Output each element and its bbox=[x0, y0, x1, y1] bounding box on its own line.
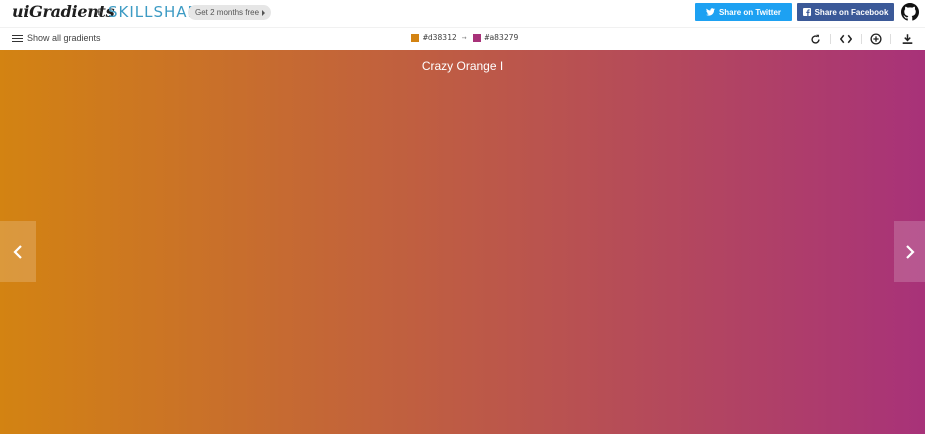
gradient-name: Crazy Orange I bbox=[421, 59, 504, 73]
toolbar-divider bbox=[861, 34, 862, 44]
color-swatch-to bbox=[472, 34, 481, 42]
share-facebook-label: Share on Facebook bbox=[814, 7, 889, 17]
share-twitter-button[interactable]: Share on Twitter bbox=[695, 3, 792, 21]
gradient-colors: #d38312 → #a83279 bbox=[411, 33, 518, 43]
toolbar-actions bbox=[806, 32, 918, 46]
previous-gradient-button[interactable] bbox=[0, 221, 36, 282]
plus-sign: + bbox=[95, 4, 103, 19]
share-twitter-label: Share on Twitter bbox=[718, 7, 782, 17]
hamburger-menu-icon bbox=[12, 34, 23, 43]
get-css-button[interactable] bbox=[839, 32, 853, 46]
next-gradient-button[interactable] bbox=[894, 221, 925, 282]
facebook-icon bbox=[802, 8, 811, 16]
show-all-gradients-button[interactable]: Show all gradients bbox=[12, 33, 101, 44]
code-icon bbox=[840, 34, 852, 44]
add-gradient-button[interactable] bbox=[869, 32, 883, 46]
twitter-icon bbox=[705, 8, 715, 16]
rotate-button[interactable] bbox=[808, 32, 822, 46]
chevron-right-icon bbox=[905, 244, 915, 259]
github-icon[interactable] bbox=[901, 3, 919, 21]
color-hex-to[interactable]: #a83279 bbox=[485, 33, 519, 43]
promo-button[interactable]: Get 2 months free bbox=[188, 5, 272, 20]
add-icon bbox=[870, 33, 882, 45]
gradient-toolbar: Show all gradients #d38312 → #a83279 bbox=[0, 27, 925, 49]
toolbar-divider bbox=[830, 34, 831, 44]
download-button[interactable] bbox=[900, 32, 914, 46]
gradient-preview bbox=[0, 50, 925, 434]
top-header: uiGradients + SKILLSHARE Get 2 months fr… bbox=[0, 0, 925, 25]
toolbar-divider bbox=[890, 34, 891, 44]
color-swatch-from bbox=[411, 34, 419, 42]
show-all-gradients-label: Show all gradients bbox=[27, 33, 101, 43]
play-triangle-icon bbox=[262, 9, 266, 16]
share-facebook-button[interactable]: Share on Facebook bbox=[797, 3, 894, 21]
color-hex-from[interactable]: #d38312 bbox=[423, 33, 457, 43]
chevron-left-icon bbox=[13, 244, 22, 259]
promo-label: Get 2 months free bbox=[195, 8, 260, 17]
download-icon bbox=[902, 34, 912, 44]
right-arrow-icon: → bbox=[461, 33, 467, 42]
rotate-icon bbox=[810, 34, 820, 44]
